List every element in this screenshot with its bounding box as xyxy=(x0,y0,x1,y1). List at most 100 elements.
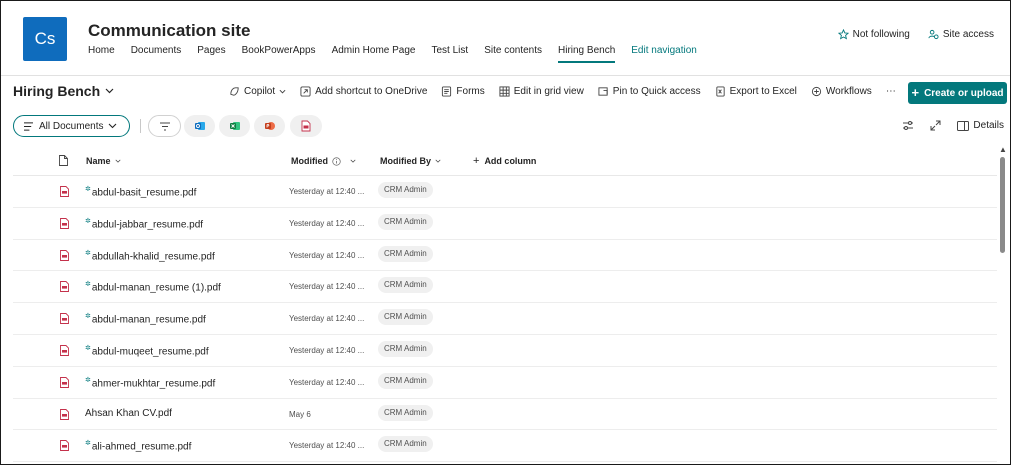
create-or-upload-label: Create or upload xyxy=(924,87,1004,99)
file-type-column-header[interactable] xyxy=(59,154,68,168)
modified-by-column-header[interactable]: Modified By xyxy=(380,156,441,166)
excel-icon xyxy=(229,122,240,130)
modified-column-label: Modified xyxy=(291,156,328,166)
site-access-button[interactable]: Site access xyxy=(928,29,994,40)
nav-bookpowerapps[interactable]: BookPowerApps xyxy=(242,45,316,63)
modified-by-persona[interactable]: CRM Admin xyxy=(378,436,433,453)
nav-home[interactable]: Home xyxy=(88,45,115,63)
table-row[interactable]: Ahsan Khan CV.pdf May 6 CRM Admin xyxy=(13,399,997,431)
file-name-link[interactable]: Ahsan Khan CV.pdf xyxy=(85,408,172,419)
nav-admin-home-page[interactable]: Admin Home Page xyxy=(332,45,416,63)
nav-documents[interactable]: Documents xyxy=(131,45,182,63)
modified-by-persona[interactable]: CRM Admin xyxy=(378,340,433,357)
add-column-label: Add column xyxy=(484,156,537,166)
table-row[interactable]: ✲abdul-manan_resume.pdf Yesterday at 12:4… xyxy=(13,303,997,335)
name-column-header[interactable]: Name xyxy=(86,156,121,166)
forms-icon xyxy=(442,86,452,97)
add-shortcut-label: Add shortcut to OneDrive xyxy=(315,86,428,97)
pdf-filter-chip[interactable] xyxy=(290,115,322,137)
info-icon xyxy=(332,156,341,166)
modified-by-persona[interactable]: CRM Admin xyxy=(378,245,433,262)
modified-by-persona[interactable]: CRM Admin xyxy=(378,372,433,389)
pdf-file-icon xyxy=(60,186,69,200)
pin-quick-access-button[interactable]: Pin to Quick access xyxy=(598,86,701,97)
copilot-button[interactable]: Copilot xyxy=(229,86,286,97)
create-or-upload-button[interactable]: + Create or upload xyxy=(908,82,1007,104)
site-title[interactable]: Communication site xyxy=(88,21,250,41)
site-logo[interactable]: Cs xyxy=(23,17,67,61)
chevron-down-icon xyxy=(105,88,114,94)
copilot-label: Copilot xyxy=(244,86,276,97)
modified-date: Yesterday at 12:40 ... xyxy=(289,218,365,228)
scrollbar-thumb[interactable] xyxy=(1000,157,1005,253)
list-view-icon xyxy=(24,121,33,131)
pdf-icon xyxy=(301,120,311,132)
add-shortcut-button[interactable]: Add shortcut to OneDrive xyxy=(300,86,427,97)
expand-button[interactable] xyxy=(930,120,941,131)
pdf-file-icon xyxy=(60,249,69,264)
nav-test-list[interactable]: Test List xyxy=(432,45,469,63)
pdf-file-icon xyxy=(60,408,69,423)
plus-icon: + xyxy=(473,155,480,167)
nav-site-contents[interactable]: Site contents xyxy=(484,45,542,63)
export-excel-button[interactable]: Export to Excel xyxy=(715,86,797,97)
edit-grid-view-button[interactable]: Edit in grid view xyxy=(499,86,584,97)
outlook-filter-chip[interactable] xyxy=(184,115,215,137)
forms-button[interactable]: Forms xyxy=(441,86,485,97)
file-name: abdul-manan_resume (1).pdf xyxy=(91,282,221,294)
vertical-scrollbar[interactable]: ▲ xyxy=(998,145,1008,463)
modified-date: Yesterday at 12:40 ... xyxy=(289,314,365,324)
shortcut-icon xyxy=(300,86,311,97)
table-row[interactable]: ✲abdullah-khalid_resume.pdf Yesterday at … xyxy=(13,240,997,272)
modified-by-persona[interactable]: CRM Admin xyxy=(378,309,433,326)
copilot-icon xyxy=(230,87,239,96)
sliders-icon xyxy=(903,121,914,130)
sort-filter-options-button[interactable] xyxy=(902,120,914,131)
modified-by-persona[interactable]: CRM Admin xyxy=(378,404,433,421)
view-selector[interactable]: All Documents xyxy=(13,115,130,137)
file-name-link[interactable]: ✲abdul-jabbar_resume.pdf xyxy=(85,217,203,230)
library-title-dropdown[interactable]: Hiring Bench xyxy=(13,83,114,99)
library-title: Hiring Bench xyxy=(13,83,101,99)
more-commands-button[interactable]: ⋯ xyxy=(886,86,896,97)
file-name-link[interactable]: ✲abdul-manan_resume (1).pdf xyxy=(85,280,221,293)
table-row[interactable]: ✲abdul-jabbar_resume.pdf Yesterday at 12:… xyxy=(13,208,997,240)
plus-icon: + xyxy=(911,85,920,100)
add-column-button[interactable]: + Add column xyxy=(473,155,536,167)
file-name-link[interactable]: ✲abdullah-khalid_resume.pdf xyxy=(85,249,215,262)
nav-hiring-bench[interactable]: Hiring Bench xyxy=(558,45,616,63)
modified-by-persona[interactable]: CRM Admin xyxy=(378,277,433,294)
table-row[interactable]: ✲abdul-muqeet_resume.pdf Yesterday at 12:… xyxy=(13,335,997,367)
file-name-link[interactable]: ✲ahmer-mukhtar_resume.pdf xyxy=(85,376,215,389)
chevron-down-icon xyxy=(109,123,117,129)
people-icon xyxy=(928,29,939,40)
table-row[interactable]: ✲ali-ahmed_resume.pdf Yesterday at 12:40 … xyxy=(13,430,997,463)
table-row[interactable]: ✲abdul-manan_resume (1).pdf Yesterday at … xyxy=(13,271,997,304)
excel-filter-chip[interactable] xyxy=(219,115,250,137)
document-rows: ✲abdul-basit_resume.pdf Yesterday at 12:4… xyxy=(13,176,997,463)
site-access-label: Site access xyxy=(942,29,994,40)
table-row[interactable]: ✲ahmer-mukhtar_resume.pdf Yesterday at 12… xyxy=(13,367,997,399)
outlook-icon xyxy=(194,122,205,130)
follow-button[interactable]: Not following xyxy=(837,29,910,40)
file-name-link[interactable]: ✲ali-ahmed_resume.pdf xyxy=(85,439,191,452)
modified-by-persona[interactable]: CRM Admin xyxy=(378,213,433,230)
details-button[interactable]: Details xyxy=(957,120,1004,131)
edit-navigation-link[interactable]: Edit navigation xyxy=(631,45,697,63)
workflows-button[interactable]: Workflows xyxy=(811,86,872,97)
file-name-link[interactable]: ✲abdul-manan_resume.pdf xyxy=(85,312,206,325)
view-options: Details xyxy=(902,120,1004,131)
nav-pages[interactable]: Pages xyxy=(197,45,225,63)
modified-date: May 6 xyxy=(289,409,311,419)
filter-button[interactable] xyxy=(148,115,181,137)
modified-by-persona[interactable]: CRM Admin xyxy=(378,182,433,198)
new-item-icon: ✲ xyxy=(85,281,91,289)
file-name-link[interactable]: ✲abdul-muqeet_resume.pdf xyxy=(85,344,209,357)
file-name: abdul-basit_resume.pdf xyxy=(91,187,197,199)
modified-column-header[interactable]: Modified xyxy=(291,156,356,166)
table-row[interactable]: ✲abdul-basit_resume.pdf Yesterday at 12:4… xyxy=(13,176,997,208)
scroll-up-arrow-icon[interactable]: ▲ xyxy=(999,145,1007,154)
powerpoint-filter-chip[interactable] xyxy=(254,115,285,137)
file-name-link[interactable]: ✲abdul-basit_resume.pdf xyxy=(85,185,196,198)
view-selector-label: All Documents xyxy=(39,120,104,132)
